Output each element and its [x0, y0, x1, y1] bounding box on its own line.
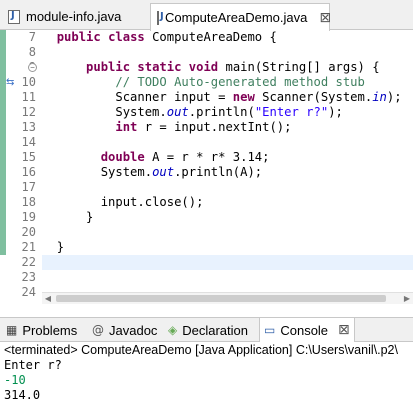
current-code-line [42, 255, 413, 270]
declaration-icon: ◈ [168, 323, 178, 337]
console-output[interactable]: Enter r? -10 314.0 [0, 358, 413, 405]
line-number: 15 [21, 150, 36, 164]
line-number: 20 [21, 225, 36, 239]
console-input-line: -10 [4, 373, 26, 387]
console-icon: ▭ [264, 323, 276, 337]
tab-console[interactable]: ▭ Console ⊠ [259, 318, 355, 342]
scrollbar-thumb[interactable] [56, 295, 386, 302]
console-line: 314.0 [4, 388, 41, 402]
tab-declaration[interactable]: ◈ Declaration [168, 318, 248, 342]
code-line: } [56, 240, 65, 254]
code-line: public static void main(String[] args) { [86, 60, 380, 74]
line-number: 19 [21, 210, 36, 224]
tab-javadoc[interactable]: @ Javadoc [92, 318, 157, 342]
code-line: // TODO Auto-generated method stub [115, 75, 365, 89]
close-icon[interactable]: ⊠ [319, 10, 331, 26]
line-number: 22 [21, 255, 36, 269]
close-icon[interactable]: ⊠ [338, 322, 350, 338]
line-number: 8 [28, 45, 36, 59]
code-line: Scanner input = new Scanner(System.in); [115, 90, 402, 104]
line-number: 11 [21, 90, 36, 104]
tab-label: ComputeAreaDemo.java [165, 10, 308, 25]
line-number: 16 [21, 165, 36, 179]
line-number: 24 [21, 285, 36, 299]
tab-module-info[interactable]: module-info.java [0, 3, 148, 30]
line-number: 12 [21, 105, 36, 119]
tab-problems[interactable]: ▦ Problems [6, 318, 77, 342]
javadoc-icon: @ [92, 323, 104, 337]
scroll-left-icon[interactable]: ◀ [42, 293, 54, 304]
tab-compute-area-demo[interactable]: ComputeAreaDemo.java ⊠ [150, 3, 331, 31]
code-line: int r = input.nextInt(); [115, 120, 292, 134]
line-number: 10 [21, 75, 36, 89]
editor-tab-bar: module-info.java ComputeAreaDemo.java ⊠ [0, 0, 413, 31]
console-line: Enter r? [4, 358, 62, 372]
line-number-gutter: 7 8 9 10 11 12 13 14 15 16 17 18 19 20 2… [6, 30, 42, 310]
tab-label: Declaration [182, 322, 248, 338]
java-file-icon [8, 9, 20, 24]
bottom-panel-tabs: ▦ Problems @ Javadoc ◈ Declaration ▭ Con… [0, 317, 413, 342]
tab-label: module-info.java [26, 9, 122, 24]
line-number: 14 [21, 135, 36, 149]
horizontal-scrollbar[interactable]: ◀ ▶ [42, 292, 413, 304]
line-number: 17 [21, 180, 36, 194]
line-number: 23 [21, 270, 36, 284]
java-file-icon [157, 10, 164, 25]
tab-label: Problems [22, 322, 78, 338]
code-line: input.close(); [100, 195, 204, 209]
line-number: 13 [21, 120, 36, 134]
tab-label: Console [280, 322, 329, 338]
fold-toggle-icon[interactable]: − [28, 63, 37, 72]
code-line: public class ComputeAreaDemo { [56, 30, 277, 44]
code-line: System.out.println(A); [100, 165, 263, 179]
code-line: System.out.println("Enter r?"); [115, 105, 343, 119]
task-marker-icon[interactable]: ⇆ [6, 77, 20, 89]
code-line: double A = r * r* 3.14; [100, 150, 270, 164]
console-status: <terminated> ComputeAreaDemo [Java Appli… [4, 343, 398, 357]
scroll-right-icon[interactable]: ▶ [401, 293, 413, 304]
code-line: } [86, 210, 94, 224]
line-number: 21 [21, 240, 36, 254]
code-editor[interactable]: public class ComputeAreaDemo { public st… [42, 30, 413, 310]
tab-label: Javadoc [109, 322, 158, 338]
problems-icon: ▦ [6, 323, 18, 337]
line-number: 18 [21, 195, 36, 209]
line-number: 7 [28, 30, 36, 44]
